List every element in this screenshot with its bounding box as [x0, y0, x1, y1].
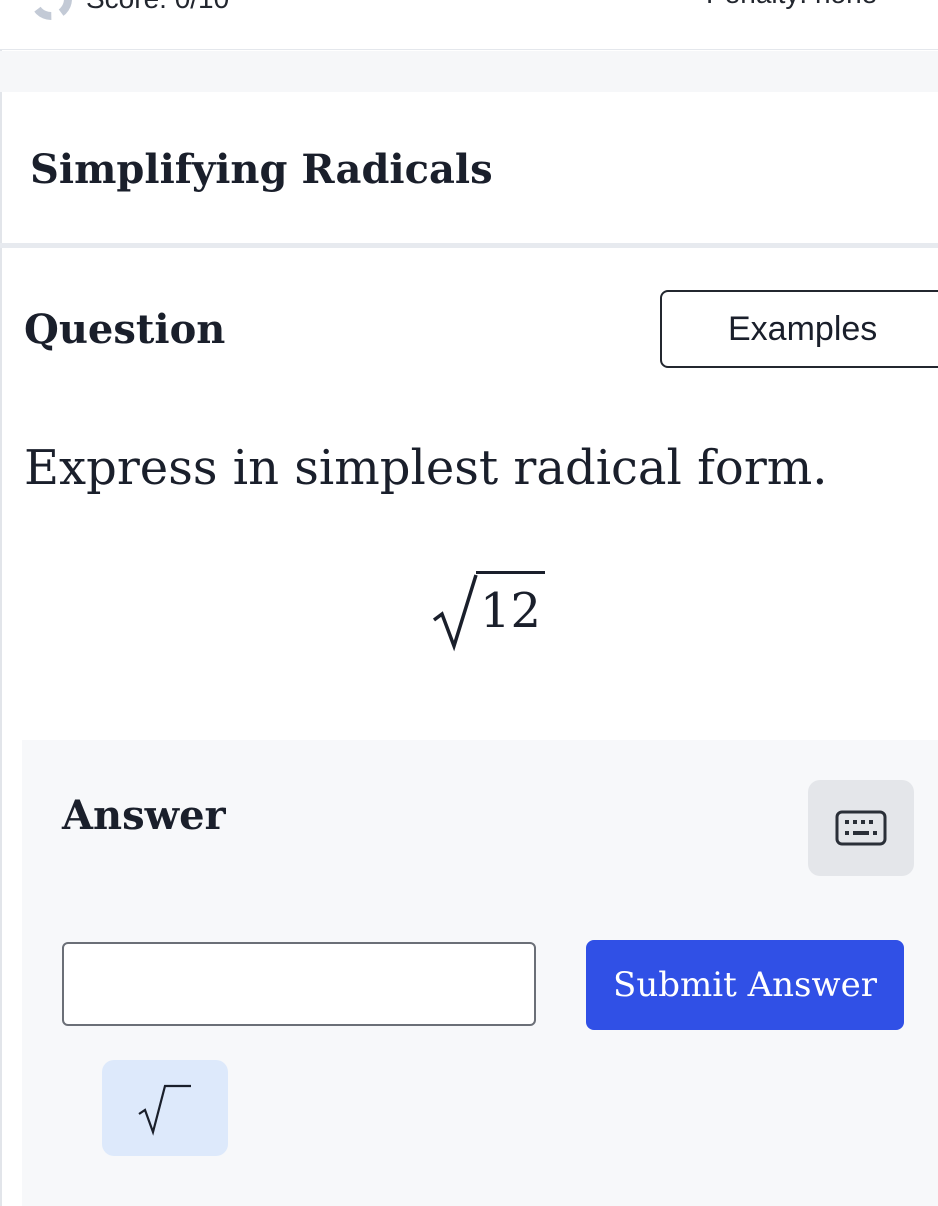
answer-heading: Answer: [62, 792, 226, 839]
square-root-icon: [138, 1084, 191, 1136]
examples-button[interactable]: Examples: [660, 290, 938, 368]
radicand: 12: [476, 571, 546, 646]
title-divider: [0, 243, 938, 248]
radical-sign: [432, 574, 478, 652]
page-title: Simplifying Radicals: [30, 146, 493, 193]
status-bar: Score: 0/10 Penalty: none: [0, 0, 938, 50]
score-indicator: Score: 0/10: [30, 0, 229, 20]
question-prompt: Express in simplest radical form.: [24, 440, 828, 496]
answer-input[interactable]: [62, 942, 536, 1026]
keyboard-toggle-button[interactable]: [808, 780, 914, 876]
question-heading: Question: [24, 306, 226, 353]
progress-ring-icon: [30, 0, 72, 20]
radical-expression: 12: [430, 571, 546, 652]
header-gap: [0, 51, 938, 92]
score-text: Score: 0/10: [86, 0, 229, 15]
square-root-tool-button[interactable]: [102, 1060, 228, 1156]
submit-answer-button[interactable]: Submit Answer: [586, 940, 904, 1030]
keyboard-icon: [835, 810, 887, 846]
status-bar-divider: [0, 49, 938, 50]
penalty-text: Penalty: none: [706, 0, 877, 10]
answer-panel: Answer Submit Answer: [22, 740, 938, 1206]
left-border: [0, 0, 2, 1206]
